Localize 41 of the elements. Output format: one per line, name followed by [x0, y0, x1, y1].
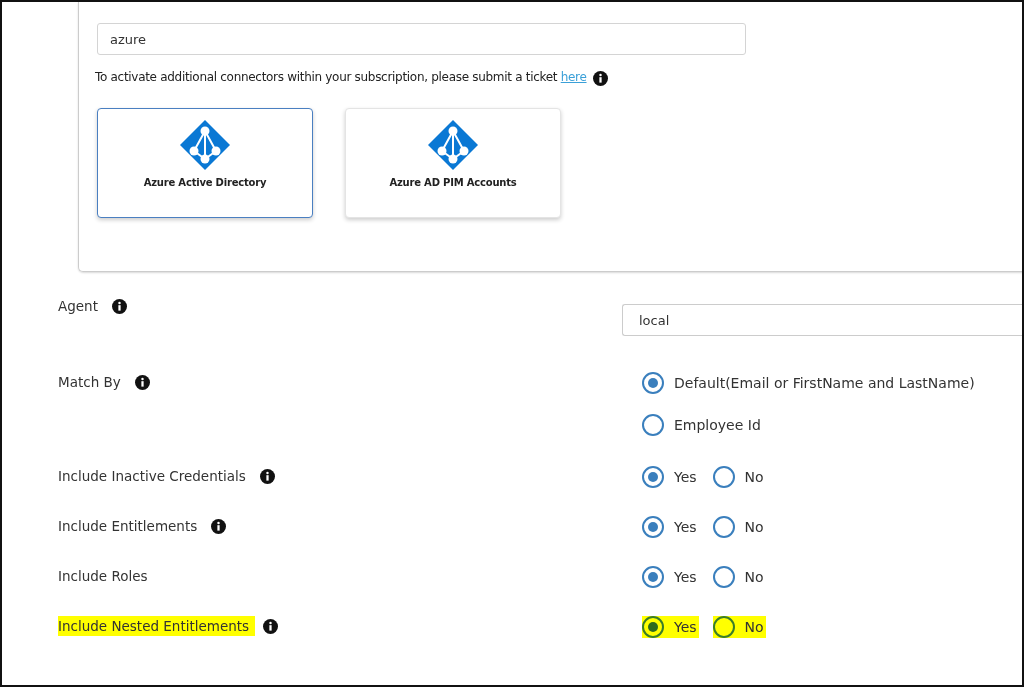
info-icon — [134, 375, 150, 390]
diamond-network-icon — [427, 119, 479, 171]
radio-button[interactable] — [712, 616, 735, 638]
info-icon — [111, 299, 127, 314]
radio-button[interactable] — [642, 466, 664, 488]
radio-option[interactable]: No — [712, 566, 766, 588]
field-label: Include Roles — [58, 567, 149, 586]
radio-button[interactable] — [712, 566, 735, 588]
radio-button[interactable] — [642, 372, 664, 394]
radio-option[interactable]: Employee Id — [642, 414, 1022, 436]
info-icon — [592, 71, 608, 86]
radio-option[interactable]: Yes — [642, 516, 699, 538]
connector-name: Azure Active Directory — [143, 177, 267, 188]
radio-button[interactable] — [642, 566, 664, 588]
radio-button[interactable] — [712, 466, 735, 488]
radio-button[interactable] — [712, 516, 735, 538]
radio-option[interactable]: No — [712, 516, 766, 538]
connector-card[interactable]: Azure Active Directory — [97, 108, 313, 218]
radio-button[interactable] — [642, 516, 664, 538]
field-label: Agent — [58, 297, 99, 316]
connector-card[interactable]: Azure AD PIM Accounts — [345, 108, 561, 218]
radio-option[interactable]: Default(Email or FirstName and LastName) — [642, 372, 1022, 394]
field-label: Include Inactive Credentials — [58, 467, 247, 486]
radio-option[interactable]: Yes — [642, 566, 699, 588]
radio-option[interactable]: No — [712, 466, 766, 488]
radio-button[interactable] — [642, 414, 664, 436]
info-icon — [263, 619, 279, 634]
field-label: Include Nested Entitlements — [58, 616, 256, 636]
info-icon — [259, 469, 275, 484]
field-label: Match By — [58, 373, 122, 392]
diamond-network-icon — [179, 119, 231, 171]
hint-text: To activate additional connectors within your subscription, please submit a ticket here — [95, 70, 587, 84]
info-icon — [211, 519, 227, 534]
radio-option[interactable]: Yes — [642, 466, 699, 488]
field-label: Include Entitlements — [58, 517, 199, 536]
agent-select[interactable]: local — [622, 304, 1022, 336]
search-field[interactable]: azure — [97, 23, 746, 55]
radio-option[interactable]: Yes — [642, 616, 699, 638]
radio-option[interactable]: No — [712, 616, 766, 638]
connector-name: Azure AD PIM Accounts — [389, 177, 517, 188]
radio-button[interactable] — [642, 616, 664, 638]
